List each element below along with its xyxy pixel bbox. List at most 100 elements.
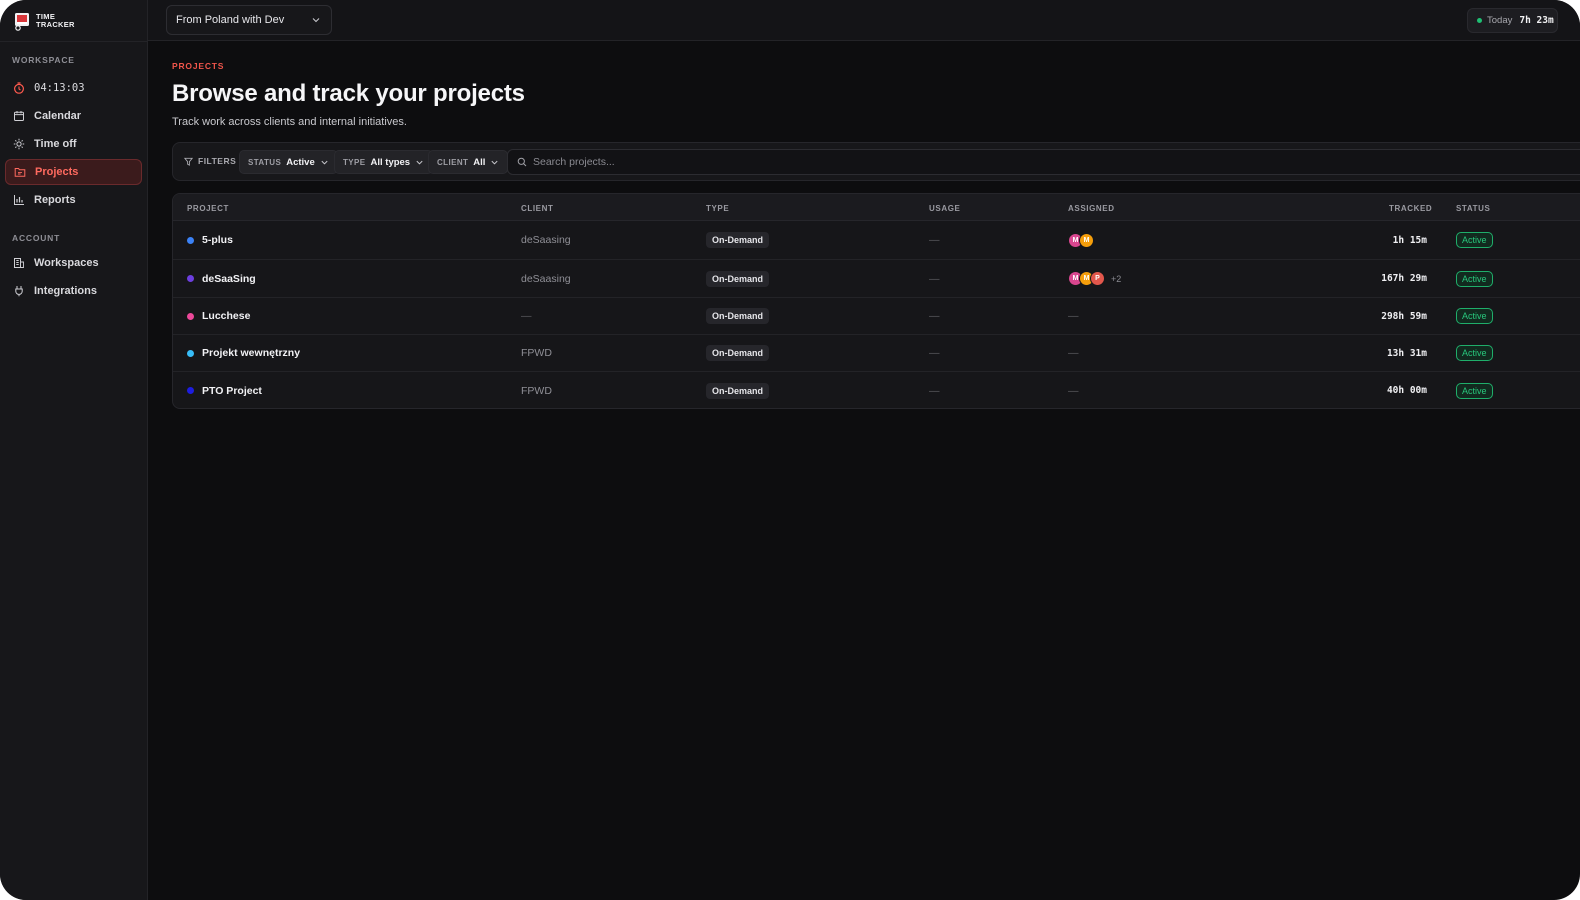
sidebar-item-timer[interactable]: 04:13:03 bbox=[5, 75, 142, 101]
tracked-cell: 13h 31m bbox=[1386, 347, 1427, 359]
type-badge: On-Demand bbox=[706, 270, 770, 287]
tracked-cell: 167h 29m bbox=[1381, 273, 1427, 284]
table-row[interactable]: deSaaSing deSaasing On-Demand — M M P +2 167h 29… bbox=[173, 260, 1580, 298]
table-row[interactable]: PTO Project FPWD On-Demand — — 40h 00m Active bbox=[173, 372, 1580, 408]
usage-cell: — bbox=[929, 310, 940, 322]
page-title: Browse and track your projects bbox=[172, 80, 525, 107]
sidebar-item-reports[interactable]: Reports bbox=[5, 187, 142, 213]
today-summary: Today 7h 23m bbox=[1467, 8, 1558, 33]
chevron-down-icon bbox=[312, 18, 320, 23]
sidebar-item-integrations[interactable]: Integrations bbox=[5, 278, 142, 304]
usage-cell: — bbox=[929, 234, 940, 246]
account-section-label: ACCOUNT bbox=[12, 233, 61, 243]
projects-table: PROJECT CLIENT TYPE USAGE ASSIGNED TRACK… bbox=[172, 193, 1580, 409]
today-label: Today bbox=[1487, 15, 1513, 26]
type-filter[interactable]: TYPE All types bbox=[334, 150, 434, 174]
app-logo[interactable]: TIME TRACKER bbox=[14, 10, 75, 32]
type-badge: On-Demand bbox=[706, 232, 770, 248]
filters-bar: FILTERS STATUS Active TYPE All types CLI… bbox=[172, 142, 1580, 181]
status-dot-icon bbox=[1477, 18, 1482, 23]
workspace-select-value: From Poland with Dev bbox=[176, 14, 285, 26]
sidebar-divider bbox=[0, 41, 148, 42]
assigned-empty: — bbox=[1068, 310, 1079, 322]
sidebar-item-label: Projects bbox=[35, 166, 79, 178]
search-box bbox=[507, 149, 1580, 175]
usage-cell: — bbox=[929, 347, 940, 359]
header-status[interactable]: STATUS bbox=[1456, 204, 1490, 213]
assigned-avatars[interactable]: MM bbox=[1068, 232, 1094, 248]
header-project[interactable]: PROJECT bbox=[187, 204, 229, 213]
type-cell: On-Demand bbox=[706, 372, 770, 408]
type-badge: On-Demand bbox=[706, 345, 770, 361]
workspace-select[interactable]: From Poland with Dev bbox=[166, 5, 332, 35]
sidebar-item-label: Calendar bbox=[34, 110, 82, 122]
type-filter-value: All types bbox=[370, 156, 411, 168]
project-name[interactable]: 5-plus bbox=[202, 234, 233, 246]
search-input[interactable] bbox=[533, 156, 1133, 168]
filters-label-text: FILTERS bbox=[198, 156, 237, 166]
sun-icon bbox=[13, 138, 25, 150]
status-badge: Active bbox=[1456, 270, 1493, 287]
plug-icon bbox=[15, 286, 23, 297]
type-cell: On-Demand bbox=[706, 221, 770, 259]
table-row[interactable]: 5-plus deSaasing On-Demand — M M 1h 15m Active bbox=[173, 221, 1580, 260]
status-badge: Active bbox=[1456, 308, 1493, 324]
logo-line-2: TRACKER bbox=[36, 20, 75, 29]
tracked-cell: 40h 00m bbox=[1386, 385, 1427, 396]
sidebar-item-label: Integrations bbox=[34, 285, 97, 297]
status-cell: Active bbox=[1456, 372, 1493, 408]
sidebar-item-time-off[interactable]: Time off bbox=[5, 131, 142, 157]
header-type[interactable]: TYPE bbox=[706, 204, 729, 213]
sidebar-item-workspaces[interactable]: Workspaces bbox=[5, 250, 142, 276]
sidebar: TIME TRACKER WORKSPACE 04:13:03 Calendar… bbox=[0, 0, 148, 900]
sidebar-item-calendar[interactable]: Calendar bbox=[5, 103, 142, 129]
project-name[interactable]: Lucchese bbox=[202, 310, 250, 322]
project-name[interactable]: Projekt wewnętrzny bbox=[202, 347, 300, 359]
project-color-dot bbox=[187, 312, 194, 320]
project-name[interactable]: deSaaSing bbox=[202, 273, 256, 285]
chevron-down-icon bbox=[321, 160, 328, 165]
logo-icon bbox=[14, 12, 30, 31]
project-cell: 5-plus bbox=[187, 221, 233, 259]
app-window: TIME TRACKER WORKSPACE 04:13:03 Calendar… bbox=[0, 0, 1580, 900]
header-assigned[interactable]: ASSIGNED bbox=[1068, 204, 1115, 213]
timer-value: 04:13:03 bbox=[34, 82, 85, 94]
header-tracked[interactable]: TRACKED bbox=[1389, 204, 1432, 213]
client-cell: FPWD bbox=[521, 384, 552, 397]
assigned-cell: — bbox=[1068, 298, 1079, 334]
page-subtitle: Track work across clients and internal i… bbox=[172, 116, 407, 128]
filters-label: FILTERS bbox=[184, 156, 236, 166]
assigned-cell: MM bbox=[1068, 221, 1094, 259]
project-cell: deSaaSing bbox=[187, 260, 256, 297]
client-filter[interactable]: CLIENT All bbox=[428, 150, 509, 174]
project-name[interactable]: PTO Project bbox=[202, 385, 262, 397]
header-usage[interactable]: USAGE bbox=[929, 204, 960, 213]
header-client[interactable]: CLIENT bbox=[521, 204, 554, 213]
status-cell: Active bbox=[1456, 298, 1493, 334]
client-filter-key: CLIENT bbox=[437, 157, 469, 167]
assigned-avatars[interactable]: M M P +2 bbox=[1068, 271, 1121, 286]
assigned-cell: — bbox=[1068, 335, 1079, 371]
client-cell: — bbox=[521, 310, 532, 322]
assigned-empty: — bbox=[1068, 384, 1079, 397]
table-row[interactable]: Projekt wewnętrzny FPWD On-Demand — — 13h 31m… bbox=[173, 335, 1580, 372]
project-color-dot bbox=[187, 387, 194, 394]
status-cell: Active bbox=[1456, 260, 1493, 297]
project-color-dot bbox=[187, 236, 194, 244]
status-filter[interactable]: STATUS Active bbox=[239, 150, 338, 174]
folder-icon bbox=[14, 168, 26, 177]
filter-icon bbox=[184, 157, 193, 166]
status-badge: Active bbox=[1456, 382, 1493, 399]
client-filter-value: All bbox=[473, 156, 486, 168]
tracked-cell: 1h 15m bbox=[1392, 234, 1427, 246]
stopwatch-icon bbox=[13, 82, 25, 94]
chevron-down-icon bbox=[491, 160, 498, 165]
chevron-down-icon bbox=[416, 160, 423, 165]
project-cell: PTO Project bbox=[187, 372, 262, 408]
status-cell: Active bbox=[1456, 335, 1493, 371]
table-row[interactable]: Lucchese — On-Demand — — 298h 59m Active bbox=[173, 298, 1580, 335]
sidebar-item-projects[interactable]: Projects bbox=[5, 159, 142, 185]
status-badge: Active bbox=[1456, 232, 1493, 248]
type-badge: On-Demand bbox=[706, 308, 770, 324]
assigned-cell: — bbox=[1068, 372, 1079, 408]
